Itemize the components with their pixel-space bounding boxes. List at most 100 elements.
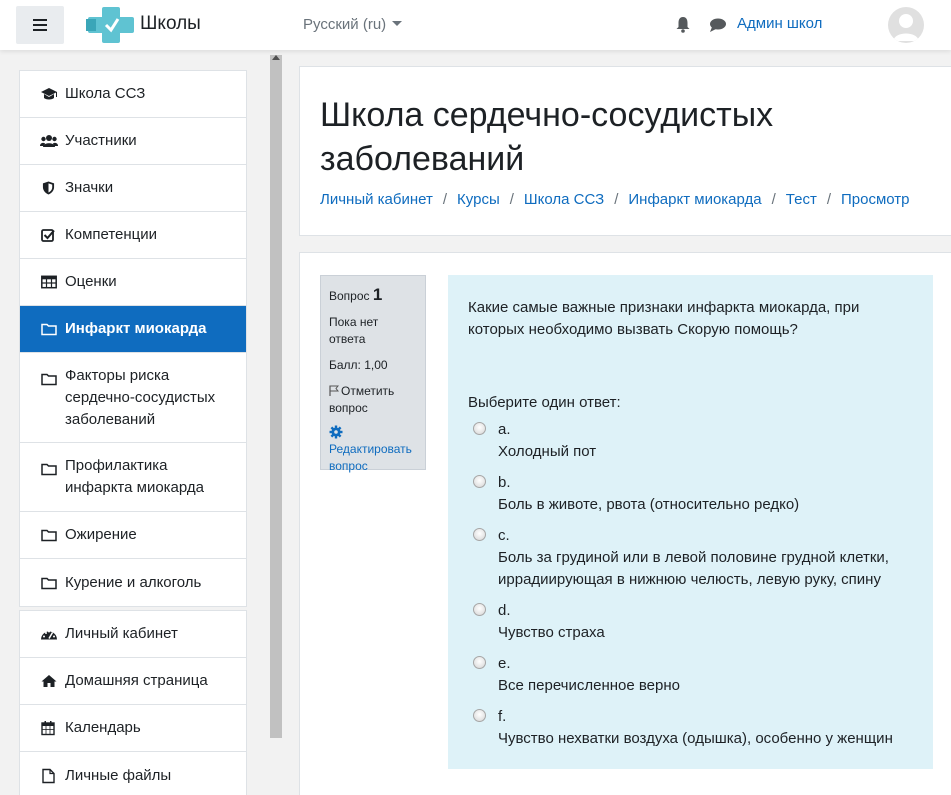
answer-letter: c. bbox=[498, 527, 510, 544]
sidebar-item-label: Личный кабинет bbox=[65, 625, 178, 642]
sidebar-item-label: Домашняя страница bbox=[65, 672, 208, 689]
graduation-cap-icon bbox=[41, 88, 57, 100]
folder-icon bbox=[41, 323, 57, 336]
breadcrumb-item[interactable]: Просмотр bbox=[841, 191, 910, 208]
flag-question-link[interactable]: Отметить вопрос bbox=[329, 383, 417, 417]
flag-icon bbox=[329, 385, 339, 396]
shield-icon bbox=[42, 181, 55, 195]
sidebar-item-calendar[interactable]: Календарь bbox=[20, 705, 246, 752]
hamburger-icon bbox=[33, 19, 47, 31]
sidebar-item-course[interactable]: Школа ССЗ bbox=[20, 71, 246, 118]
gear-icon[interactable] bbox=[329, 425, 343, 439]
sidebar-item-label: Профилактика инфаркта миокарда bbox=[65, 457, 204, 496]
folder-icon bbox=[41, 463, 57, 476]
sidebar-item-label: Календарь bbox=[65, 719, 141, 736]
sidebar-item-label: Ожирение bbox=[65, 526, 137, 543]
sidebar-item-private-files[interactable]: Личные файлы bbox=[20, 752, 246, 795]
logo-icon[interactable] bbox=[84, 5, 136, 45]
sidebar-item-label: Инфаркт миокарда bbox=[65, 320, 207, 337]
caret-down-icon bbox=[392, 21, 403, 26]
question-number-value: 1 bbox=[372, 285, 383, 304]
sidebar-item-risk-factors[interactable]: Факторы риска сердечно-сосудистых заболе… bbox=[20, 353, 246, 443]
sidebar-item-badges[interactable]: Значки bbox=[20, 165, 246, 212]
folder-icon bbox=[41, 373, 57, 386]
breadcrumb-separator: / bbox=[614, 191, 619, 208]
breadcrumb-separator: / bbox=[826, 191, 832, 208]
scroll-up-icon[interactable] bbox=[272, 55, 280, 60]
calendar-icon bbox=[41, 721, 55, 736]
sidebar-item-obesity[interactable]: Ожирение bbox=[20, 512, 246, 559]
site-name[interactable]: Школы bbox=[140, 13, 201, 35]
dashboard-icon bbox=[41, 630, 57, 640]
sidebar-item-smoking-alcohol[interactable]: Курение и алкоголь bbox=[20, 559, 246, 606]
site-nav: Личный кабинет Домашняя страница Календа… bbox=[19, 610, 247, 795]
question-score: Балл: 1,00 bbox=[329, 358, 388, 372]
sidebar-item-dashboard[interactable]: Личный кабинет bbox=[20, 611, 246, 658]
sidebar-item-competencies[interactable]: Компетенции bbox=[20, 212, 246, 259]
sidebar-item-grades[interactable]: Оценки bbox=[20, 259, 246, 306]
folder-icon bbox=[41, 577, 57, 589]
answer-radio[interactable] bbox=[473, 528, 486, 541]
home-icon bbox=[41, 675, 57, 687]
checkbox-icon bbox=[41, 229, 55, 242]
answer-radio[interactable] bbox=[473, 709, 486, 722]
sidebar-item-participants[interactable]: Участники bbox=[20, 118, 246, 165]
question-status: Пока нет ответа bbox=[329, 315, 379, 346]
sidebar-item-label: Школа ССЗ bbox=[65, 85, 146, 102]
answer-text: Холодный пот bbox=[498, 443, 597, 460]
breadcrumb-item[interactable]: Курсы bbox=[457, 191, 500, 208]
sidebar-item-label: Личные файлы bbox=[65, 766, 172, 784]
breadcrumb-item[interactable]: Тест bbox=[786, 191, 817, 208]
breadcrumb-separator: / bbox=[771, 191, 776, 208]
top-navbar: Школы Русский (ru) Админ школ bbox=[0, 0, 951, 50]
folder-icon bbox=[41, 529, 57, 542]
question-text: Какие самые важные признаки инфаркта мио… bbox=[468, 299, 860, 338]
answer-letter: d. bbox=[498, 602, 511, 619]
menu-toggle-button[interactable] bbox=[16, 6, 64, 44]
answer-letter: e. bbox=[498, 655, 511, 672]
breadcrumb-item[interactable]: Личный кабинет bbox=[320, 191, 433, 208]
breadcrumb: Личный кабинет / Курсы / Школа ССЗ / Инф… bbox=[320, 191, 910, 208]
answer-text: Боль за грудиной или в левой половине гр… bbox=[498, 549, 889, 588]
file-icon bbox=[42, 768, 55, 783]
answer-prompt: Выберите один ответ: bbox=[468, 394, 621, 411]
question-text-box: Какие самые важные признаки инфаркта мио… bbox=[448, 275, 933, 769]
answer-radio[interactable] bbox=[473, 603, 486, 616]
answer-letter: b. bbox=[498, 474, 511, 491]
answer-text: Чувство страха bbox=[498, 624, 605, 641]
question-number: Вопрос 1 bbox=[329, 285, 417, 305]
answer-text: Боль в животе, рвота (относительно редко… bbox=[498, 496, 800, 513]
page-header: Школа сердечно-сосудистых заболеваний Ли… bbox=[299, 66, 951, 236]
chat-icon[interactable] bbox=[709, 17, 727, 33]
users-icon bbox=[40, 135, 58, 147]
user-avatar-icon bbox=[893, 14, 919, 41]
edit-question-link[interactable]: Редактировать вопрос bbox=[329, 442, 412, 473]
answer-radio[interactable] bbox=[473, 475, 486, 488]
sidebar-item-myocardial-infarction[interactable]: Инфаркт миокарда bbox=[20, 306, 246, 353]
sidebar-item-label: Участники bbox=[65, 132, 137, 149]
breadcrumb-item[interactable]: Школа ССЗ bbox=[524, 191, 604, 208]
course-nav: Школа ССЗ Участники Значки Компетенции О… bbox=[19, 70, 247, 607]
bell-icon[interactable] bbox=[675, 16, 691, 33]
breadcrumb-item[interactable]: Инфаркт миокарда bbox=[628, 191, 761, 208]
sidebar-item-label: Компетенции bbox=[65, 226, 158, 243]
breadcrumb-separator: / bbox=[509, 191, 514, 208]
answer-letter: a. bbox=[498, 421, 511, 438]
table-icon bbox=[41, 275, 57, 289]
sidebar-item-prevention[interactable]: Профилактика инфаркта миокарда bbox=[20, 443, 246, 512]
answer-text: Все перечисленное верно bbox=[498, 677, 680, 694]
language-selector[interactable]: Русский (ru) bbox=[303, 16, 403, 33]
answer-radio[interactable] bbox=[473, 656, 486, 669]
question-info: Вопрос 1 Пока нет ответа Балл: 1,00 Отме… bbox=[320, 275, 426, 473]
answer-letter: f. bbox=[498, 708, 507, 725]
breadcrumb-separator: / bbox=[442, 191, 448, 208]
avatar[interactable] bbox=[888, 7, 924, 43]
sidebar-item-label: Значки bbox=[65, 179, 114, 196]
sidebar-scrollbar[interactable] bbox=[270, 55, 282, 738]
answer-text: Чувство нехватки воздуха (одышка), особе… bbox=[498, 730, 893, 747]
sidebar-item-home[interactable]: Домашняя страница bbox=[20, 658, 246, 705]
answer-radio[interactable] bbox=[473, 422, 486, 435]
page-title: Школа сердечно-сосудистых заболеваний bbox=[320, 96, 774, 178]
user-menu-name[interactable]: Админ школ bbox=[737, 15, 822, 32]
quiz-content: Вопрос 1 Пока нет ответа Балл: 1,00 Отме… bbox=[299, 252, 951, 795]
